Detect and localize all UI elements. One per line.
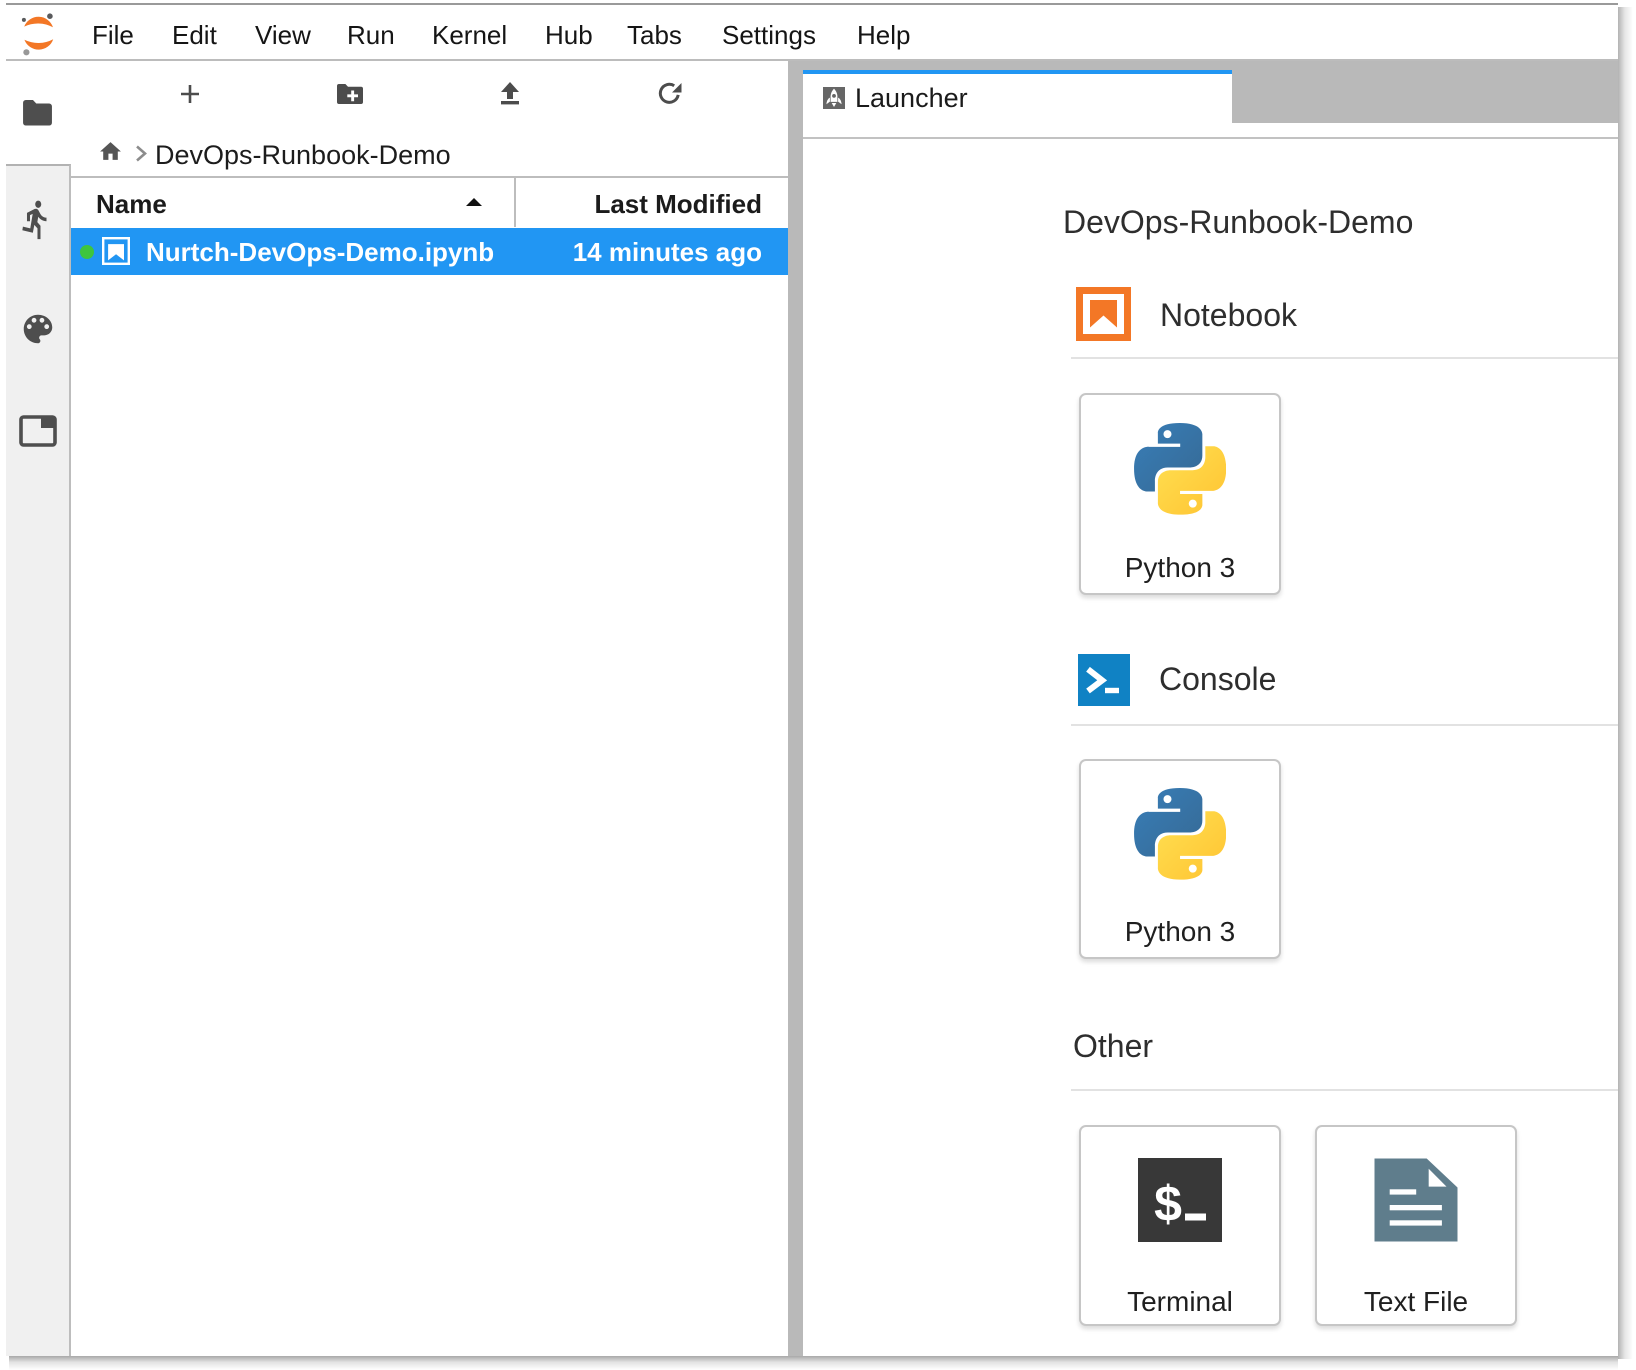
svg-text:$: $	[1154, 1176, 1182, 1232]
